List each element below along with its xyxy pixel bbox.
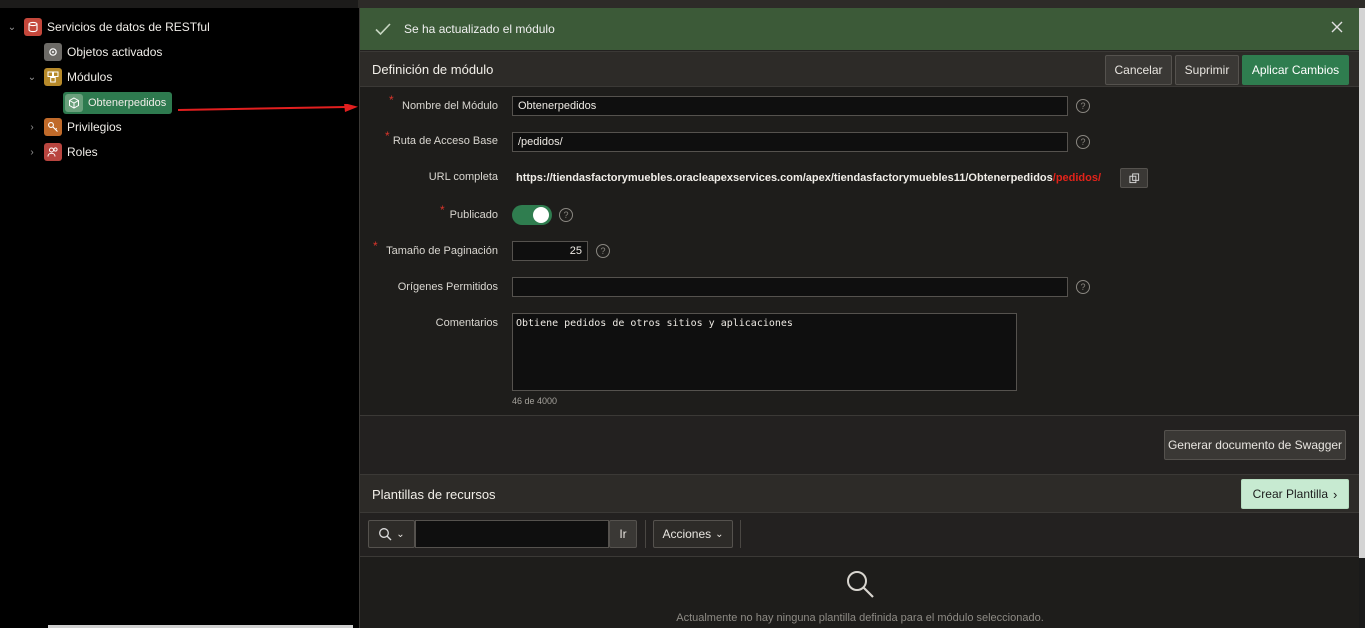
vertical-scrollbar-track[interactable] (1359, 8, 1365, 558)
help-icon[interactable]: ? (596, 244, 610, 258)
search-icon (379, 528, 392, 541)
published-toggle[interactable] (512, 205, 552, 225)
allowed-origins-input[interactable] (512, 277, 1068, 297)
full-url-suffix: /pedidos/ (1052, 172, 1102, 184)
pagination-label: Tamaño de Paginación (386, 245, 498, 257)
tree-root-label: Servicios de datos de RESTful (47, 20, 210, 34)
help-icon[interactable]: ? (1076, 280, 1090, 294)
pagination-input[interactable]: 25 (512, 241, 588, 261)
tree-item-label: Roles (67, 145, 98, 159)
chevron-right-icon: › (1333, 486, 1338, 502)
base-path-input[interactable]: /pedidos/ (512, 132, 1068, 152)
toggle-knob (533, 207, 549, 223)
module-name-label: Nombre del Módulo (402, 100, 498, 112)
success-alert: Se ha actualizado el módulo (360, 8, 1360, 50)
alert-message: Se ha actualizado el módulo (404, 22, 555, 36)
required-marker: * (385, 129, 390, 143)
allowed-origins-label: Orígenes Permitidos (397, 281, 498, 293)
actions-menu-button[interactable]: Acciones ⌄ (653, 520, 733, 548)
full-url-value: https://tiendasfactorymuebles.oracleapex… (516, 172, 1101, 184)
toolbar-divider (740, 520, 741, 548)
search-column-selector[interactable]: ⌄ (368, 520, 415, 548)
chevron-down-icon[interactable]: ⌄ (6, 22, 18, 33)
create-template-button[interactable]: Crear Plantilla › (1241, 479, 1349, 509)
chevron-down-icon: ⌄ (715, 528, 724, 540)
toolbar-divider (645, 520, 646, 548)
go-button[interactable]: Ir (609, 520, 637, 548)
tree-item-active-objects[interactable]: Objetos activados (44, 41, 162, 63)
search-icon (847, 571, 874, 598)
apply-changes-button[interactable]: Aplicar Cambios (1242, 55, 1349, 85)
gear-icon (44, 43, 62, 61)
full-url-prefix: https://tiendasfactorymuebles.oracleapex… (516, 172, 1053, 184)
section-title: Definición de módulo (372, 62, 494, 77)
cube-icon (65, 94, 83, 112)
resource-templates-header: Plantillas de recursos Crear Plantilla › (360, 474, 1360, 513)
help-icon[interactable]: ? (1076, 99, 1090, 113)
key-icon (44, 118, 62, 136)
comments-counter: 46 de 4000 (512, 396, 558, 406)
module-name-input[interactable]: Obtenerpedidos (512, 96, 1068, 116)
red-arrow-annotation (178, 104, 358, 112)
chevron-down-icon: ⌄ (396, 528, 405, 540)
chevron-right-icon[interactable]: › (26, 122, 38, 133)
tree-item-label: Obtenerpedidos (88, 97, 167, 109)
tree-item-roles[interactable]: › Roles (26, 141, 98, 163)
search-input[interactable] (415, 520, 609, 548)
module-definition-header: Definición de módulo Cancelar Suprimir A… (360, 51, 1360, 87)
published-label: Publicado (449, 209, 498, 221)
main-panel: Se ha actualizado el módulo Definición d… (359, 8, 1360, 628)
tree-item-label: Privilegios (67, 120, 122, 134)
cancel-button[interactable]: Cancelar (1105, 55, 1172, 85)
delete-button[interactable]: Suprimir (1175, 55, 1239, 85)
help-icon[interactable]: ? (1076, 135, 1090, 149)
copy-url-button[interactable] (1120, 168, 1148, 188)
chevron-down-icon[interactable]: ⌄ (26, 72, 38, 83)
generate-swagger-button[interactable]: Generar documento de Swagger (1164, 430, 1346, 460)
actions-label: Acciones (662, 527, 712, 541)
section-title: Plantillas de recursos (372, 487, 496, 502)
tree-item-label: Objetos activados (67, 45, 163, 59)
database-icon (24, 18, 42, 36)
swagger-area: Generar documento de Swagger (360, 416, 1360, 474)
people-icon (44, 143, 62, 161)
empty-state: Actualmente no hay ninguna plantilla def… (360, 557, 1360, 628)
required-marker: * (389, 93, 394, 107)
comments-textarea[interactable]: Obtiene pedidos de otros sitios y aplica… (512, 313, 1017, 391)
tree-item-obtenerpedidos[interactable]: Obtenerpedidos (63, 92, 173, 114)
tree-item-modules[interactable]: ⌄ Módulos (26, 66, 112, 88)
full-url-label: URL completa (428, 171, 498, 183)
top-strip (0, 0, 1365, 8)
module-form: * Nombre del Módulo Obtenerpedidos ? * R… (360, 87, 1360, 415)
chevron-right-icon[interactable]: › (26, 147, 38, 158)
close-icon[interactable] (1330, 20, 1344, 34)
tree-item-privileges[interactable]: › Privilegios (26, 116, 122, 138)
tree-item-label: Módulos (67, 70, 113, 84)
vertical-scrollbar-lower (1359, 558, 1365, 628)
empty-message: Actualmente no hay ninguna plantilla def… (676, 612, 1044, 624)
base-path-label: Ruta de Acceso Base (392, 135, 498, 147)
comments-label: Comentarios (435, 317, 498, 329)
restful-services-tree: ⌄ Servicios de datos de RESTful Objetos … (0, 8, 359, 628)
top-strip-highlight (358, 0, 1365, 8)
selected-node[interactable]: Obtenerpedidos (63, 92, 173, 114)
help-icon[interactable]: ? (559, 208, 573, 222)
modules-icon (44, 68, 62, 86)
report-toolbar: ⌄ Ir Acciones ⌄ (360, 513, 1360, 557)
tree-node-root[interactable]: ⌄ Servicios de datos de RESTful (6, 16, 210, 38)
create-template-label: Crear Plantilla (1252, 487, 1329, 501)
copy-icon (1128, 172, 1139, 183)
check-icon (375, 23, 391, 36)
required-marker: * (373, 239, 378, 253)
